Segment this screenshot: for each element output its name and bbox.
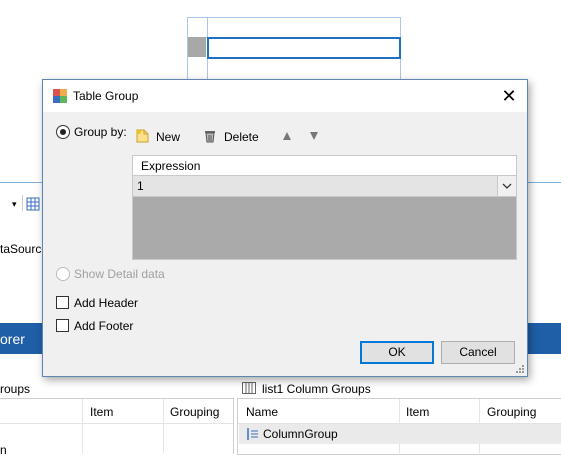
delete-button[interactable]: Delete (204, 127, 266, 147)
arrow-up-icon[interactable] (283, 132, 291, 140)
ok-button[interactable]: OK (360, 341, 434, 364)
add-header-label[interactable]: Add Header (74, 296, 138, 310)
designer-selected-cell[interactable] (207, 37, 401, 59)
add-header-checkbox[interactable] (56, 296, 69, 309)
expression-row[interactable]: 1 (133, 176, 516, 197)
row-group-fragment: n (0, 443, 7, 457)
new-button-label: New (156, 130, 181, 144)
trash-icon (205, 131, 215, 143)
row-groups-col-grouping[interactable]: Grouping (170, 405, 219, 419)
expression-header-label: Expression (141, 159, 201, 173)
add-footer-checkbox[interactable] (56, 319, 69, 332)
expression-value[interactable]: 1 (137, 179, 144, 193)
column-groups-col-grouping[interactable]: Grouping (487, 405, 536, 419)
table-group-icon (53, 89, 67, 103)
column-groups-col-item[interactable]: Item (406, 405, 429, 419)
group-icon (247, 428, 258, 440)
expression-grid: Expression 1 (132, 155, 517, 260)
new-document-icon (136, 129, 149, 143)
table-row[interactable]: ColumnGroup (239, 424, 561, 444)
row-groups-title: roups (0, 382, 31, 396)
cancel-button[interactable]: Cancel (441, 341, 515, 364)
dialog-title: Table Group (73, 89, 139, 103)
toolbar-separator (22, 195, 23, 211)
expression-column-header: Expression (133, 156, 516, 176)
group-by-radio[interactable] (56, 125, 70, 139)
dropdown-arrow-icon[interactable]: ▾ (12, 199, 17, 210)
show-detail-label: Show Detail data (74, 267, 165, 281)
column-groups-col-name[interactable]: Name (246, 405, 278, 419)
group-by-label[interactable]: Group by: (74, 125, 127, 139)
column-separator (82, 399, 83, 453)
resize-grip-icon[interactable] (515, 364, 525, 374)
arrow-down-icon[interactable] (310, 132, 318, 140)
dialog-title-bar[interactable]: Table Group ✕ (43, 80, 527, 112)
column-groups-pane: Name Item Grouping ColumnGroup (237, 398, 561, 455)
row-groups-header: Item Grouping (0, 399, 233, 453)
row-groups-col-item[interactable]: Item (90, 405, 113, 419)
column-groups-header: Name Item Grouping (238, 399, 561, 453)
row-groups-pane: Item Grouping n (0, 398, 234, 457)
chevron-down-icon[interactable] (497, 176, 516, 196)
add-footer-label[interactable]: Add Footer (74, 319, 133, 333)
explorer-title: orer (0, 331, 25, 347)
table-group-dialog: Table Group ✕ Group by: New Delete Expre… (42, 79, 528, 377)
delete-button-label: Delete (224, 130, 259, 144)
close-icon[interactable]: ✕ (497, 84, 521, 108)
column-group-name: ColumnGroup (263, 427, 338, 441)
datasource-label: taSource (0, 242, 49, 256)
new-button[interactable]: New (136, 127, 184, 147)
column-groups-icon (242, 382, 256, 394)
show-detail-radio[interactable] (56, 267, 70, 281)
grid-icon[interactable] (26, 197, 40, 211)
column-separator (163, 399, 164, 453)
column-groups-title: list1 Column Groups (262, 382, 371, 396)
designer-row-handle[interactable] (188, 37, 206, 57)
